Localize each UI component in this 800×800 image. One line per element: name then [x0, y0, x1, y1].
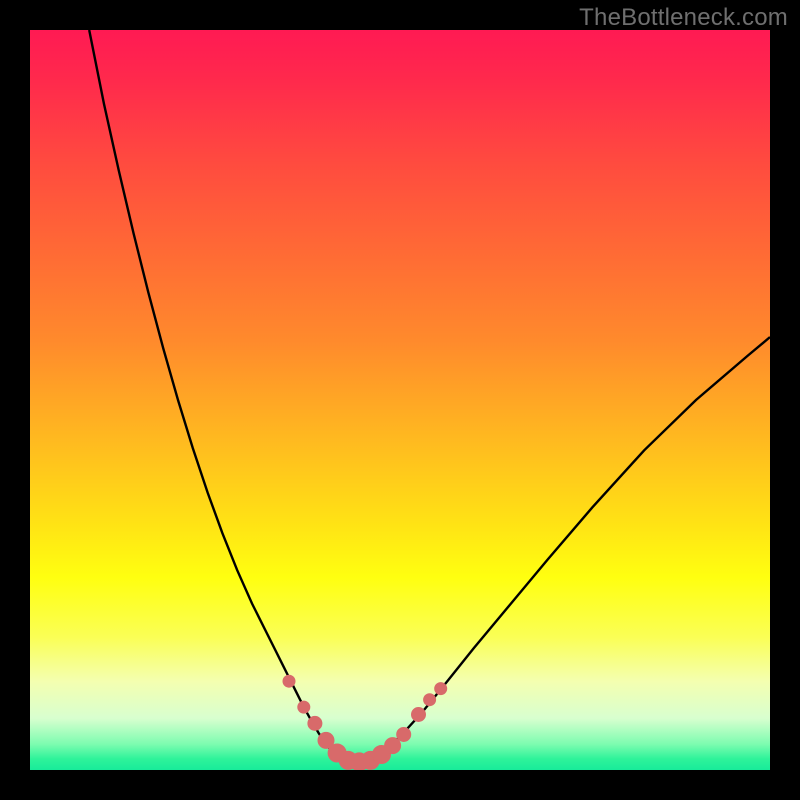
marker-point — [283, 675, 295, 687]
marker-point — [308, 716, 322, 730]
marker-point — [412, 708, 426, 722]
watermark-text: TheBottleneck.com — [579, 4, 788, 32]
marker-point — [385, 738, 401, 754]
plot-area — [30, 30, 770, 770]
outer-frame: TheBottleneck.com — [0, 0, 800, 800]
marker-point — [424, 694, 436, 706]
gradient-background — [30, 30, 770, 770]
marker-point — [435, 683, 447, 695]
marker-point — [397, 727, 411, 741]
bottleneck-chart — [30, 30, 770, 770]
marker-point — [298, 701, 310, 713]
